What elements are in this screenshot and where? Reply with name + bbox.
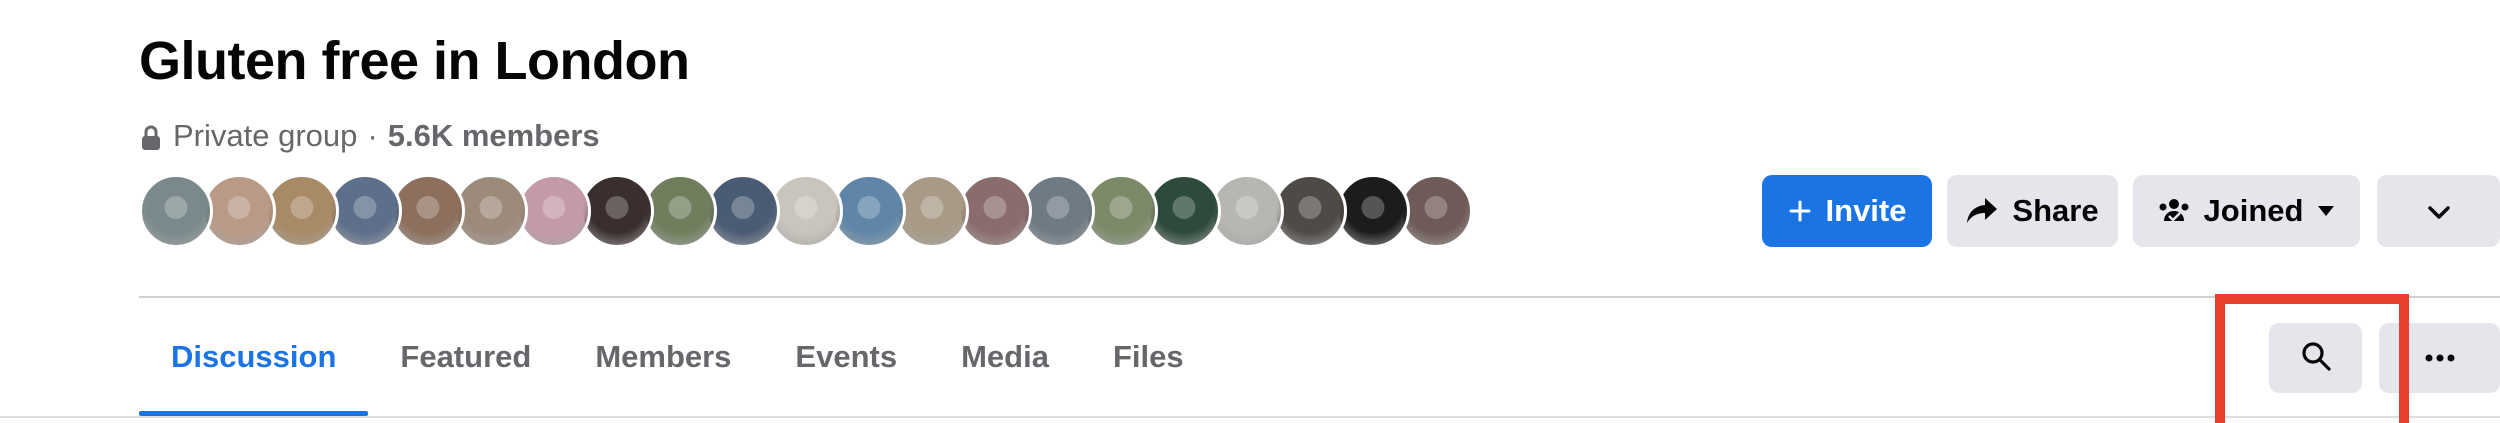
tab-events[interactable]: Events [763,298,929,416]
lock-icon [141,123,161,150]
more-actions-button[interactable] [2379,323,2500,393]
member-avatar[interactable] [1273,174,1347,248]
share-button[interactable]: Share [1947,175,2118,247]
member-avatar[interactable] [202,174,276,248]
member-avatar[interactable] [958,174,1032,248]
more-options-dropdown-button[interactable] [2377,175,2500,247]
invite-button[interactable]: Invite [1762,175,1932,247]
joined-label: Joined [2203,193,2304,228]
tab-discussion[interactable]: Discussion [139,298,369,416]
member-avatar[interactable] [1336,174,1410,248]
tab-files[interactable]: Files [1081,298,1216,416]
member-avatar[interactable] [265,174,339,248]
invite-label: Invite [1825,193,1907,228]
member-count-link[interactable]: 5.6K members [388,118,600,154]
people-check-icon [2158,197,2190,225]
group-tabs: Discussion Featured Members Events Media… [139,298,1216,416]
member-avatar[interactable] [391,174,465,248]
member-avatar[interactable] [1147,174,1221,248]
member-avatar[interactable] [139,174,213,248]
privacy-label: Private group [173,118,358,153]
member-avatar[interactable] [769,174,843,248]
member-avatar[interactable] [517,174,591,248]
member-avatar[interactable] [895,174,969,248]
member-avatar[interactable] [1021,174,1095,248]
share-arrow-icon [1966,197,1998,225]
meta-separator: · [367,118,378,153]
group-title[interactable]: Gluten free in London [139,30,690,92]
member-avatar[interactable] [1210,174,1284,248]
search-button[interactable] [2269,323,2362,393]
member-avatar[interactable] [580,174,654,248]
member-avatar[interactable] [328,174,402,248]
plus-icon [1788,199,1812,223]
tab-members[interactable]: Members [563,298,763,416]
member-avatar[interactable] [643,174,717,248]
tabs-bottom-border [0,416,2500,418]
tab-media[interactable]: Media [929,298,1081,416]
member-avatar[interactable] [706,174,780,248]
member-avatar[interactable] [454,174,528,248]
member-avatar[interactable] [832,174,906,248]
more-horizontal-icon [2425,349,2455,367]
member-avatar[interactable] [1084,174,1158,248]
member-avatar[interactable] [1399,174,1473,248]
tab-featured[interactable]: Featured [368,298,563,416]
joined-button[interactable]: Joined [2133,175,2360,247]
share-label: Share [2012,193,2099,228]
search-icon [2300,340,2332,377]
member-avatars [139,174,1473,248]
caret-down-icon [2317,205,2335,217]
chevron-down-icon [2427,193,2451,229]
group-meta: Private group · 5.6K members [141,116,600,156]
